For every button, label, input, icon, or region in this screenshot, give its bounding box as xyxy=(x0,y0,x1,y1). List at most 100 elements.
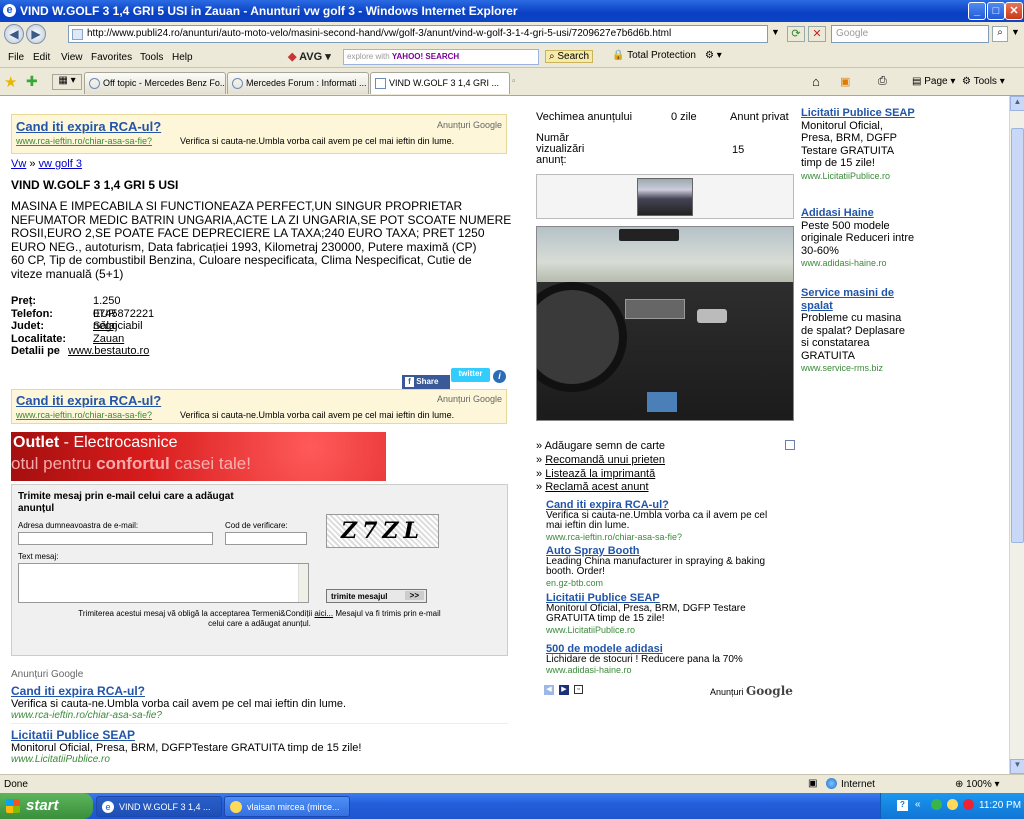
scroll-thumb[interactable] xyxy=(1011,128,1024,543)
right-ad-url[interactable]: www.service-rms.biz xyxy=(801,362,905,375)
vertical-scrollbar[interactable]: ▲ ▼ xyxy=(1009,96,1024,774)
start-button[interactable]: start xyxy=(0,793,93,819)
right-ad-title[interactable]: Service masini de xyxy=(801,287,905,300)
send-message-button[interactable]: trimite mesajul >> xyxy=(326,589,427,603)
ad-choices-icon[interactable]: ▫ xyxy=(574,685,583,694)
bottom-ad-url[interactable]: www.LicitatiiPublice.ro xyxy=(11,754,361,765)
clock[interactable]: 11:20 PM xyxy=(979,800,1021,811)
ad-title-link[interactable]: Cand iti expira RCA-ul? xyxy=(16,119,161,134)
mid-ad-url[interactable]: en.gz-btb.com xyxy=(546,578,765,589)
help-icon[interactable]: ? xyxy=(897,800,908,811)
action-report[interactable]: Reclamă acest anunt xyxy=(545,481,648,493)
right-ad-title-line2[interactable]: spalat xyxy=(801,300,905,313)
mid-ad-title[interactable]: Auto Spray Booth xyxy=(546,546,765,557)
refresh-icon[interactable]: ⟳ xyxy=(787,26,805,42)
favorites-star-icon[interactable]: ★ xyxy=(4,73,17,91)
right-ad-url[interactable]: www.LicitatiiPublice.ro xyxy=(801,170,915,183)
home-icon[interactable]: ⌂ xyxy=(812,74,820,89)
right-ad-desc: timp de 15 zile! xyxy=(801,157,875,169)
new-tab-button[interactable]: ▫ xyxy=(512,76,516,87)
action-print[interactable]: Listează la imprimantă xyxy=(545,468,655,480)
taskbar-messenger-window[interactable]: vlaisan mircea (mirce... xyxy=(224,796,350,817)
next-ad-icon[interactable]: ▶ xyxy=(559,685,569,695)
action-bookmark[interactable]: Adăugare semn de carte xyxy=(545,440,665,452)
tab-vind-golf[interactable]: VIND W.GOLF 3 1,4 GRI ... xyxy=(370,72,510,94)
tab-mercedes-forum[interactable]: Mercedes Forum : Informati ... xyxy=(227,72,369,94)
yahoo-search-input[interactable]: explore with YAHOO! SEARCH xyxy=(343,49,539,65)
search-button[interactable]: ⌕ Search xyxy=(545,50,594,63)
back-button[interactable]: ◀ xyxy=(4,24,24,44)
terms-link[interactable]: aici... xyxy=(314,609,333,618)
facebook-share-button[interactable]: f Share xyxy=(402,375,450,389)
toolbar-options-icon[interactable]: ⚙ ▾ xyxy=(705,50,722,61)
minimize-button[interactable]: _ xyxy=(968,2,986,20)
scroll-down-icon[interactable]: ▼ xyxy=(1010,759,1024,774)
address-bar[interactable]: http://www.publi24.ro/anunturi/auto-moto… xyxy=(68,25,768,43)
scroll-up-icon[interactable]: ▲ xyxy=(1010,96,1024,111)
total-protection-button[interactable]: 🔒 Total Protection xyxy=(612,50,696,61)
right-ad-title[interactable]: Licitatii Publice SEAP xyxy=(801,107,915,120)
globe-icon xyxy=(826,778,837,789)
textarea-scrollbar[interactable] xyxy=(298,564,308,602)
close-button[interactable]: ✕ xyxy=(1005,2,1023,20)
search-input[interactable]: Google xyxy=(831,25,989,43)
mid-ad-url[interactable]: www.LicitatiiPublice.ro xyxy=(546,625,746,636)
tray-app-icon[interactable] xyxy=(947,799,958,810)
menu-view[interactable]: View xyxy=(61,52,83,63)
twitter-button[interactable]: twitter xyxy=(451,368,490,382)
mid-ad-title[interactable]: Licitatii Publice SEAP xyxy=(546,593,746,604)
tools-menu[interactable]: ⚙ Tools ▾ xyxy=(962,76,1005,87)
quick-tabs-icon[interactable]: ▦ ▾ xyxy=(52,74,82,90)
menu-favorites[interactable]: Favorites xyxy=(91,52,132,63)
bookmark-checkbox[interactable] xyxy=(785,440,795,450)
menu-file[interactable]: File xyxy=(8,52,24,63)
mid-ad-url[interactable]: www.rca-ieftin.ro/chiar-asa-sa-fie? xyxy=(546,532,767,543)
ad-title-link[interactable]: Cand iti expira RCA-ul? xyxy=(16,393,161,408)
menu-edit[interactable]: Edit xyxy=(33,52,50,63)
address-dropdown-icon[interactable]: ▼ xyxy=(771,27,780,37)
search-icon[interactable]: ⌕ xyxy=(992,26,1008,42)
forward-button[interactable]: ▶ xyxy=(26,24,46,44)
feeds-icon[interactable]: ▣ xyxy=(840,75,850,88)
right-ad-title[interactable]: Adidasi Haine xyxy=(801,207,914,220)
ad-url[interactable]: www.rca-ieftin.ro/chiar-asa-sa-fie? xyxy=(16,410,152,420)
tab-off-topic[interactable]: Off topic - Mercedes Benz Fo... xyxy=(84,72,226,94)
tray-app-icon[interactable] xyxy=(931,799,942,810)
right-ad-url[interactable]: www.adidasi-haine.ro xyxy=(801,257,914,270)
zoom-control[interactable]: ⊕ 100% ▾ xyxy=(955,779,1000,790)
email-input[interactable] xyxy=(18,532,213,545)
outlet-banner[interactable]: Outlet - Electrocasnice otul pentru conf… xyxy=(11,432,386,481)
info-icon[interactable]: i xyxy=(493,370,506,383)
ad-url[interactable]: www.rca-ieftin.ro/chiar-asa-sa-fie? xyxy=(16,136,152,146)
car-thumbnail[interactable] xyxy=(637,178,693,216)
maximize-button[interactable]: □ xyxy=(987,2,1005,20)
breadcrumb-vw[interactable]: Vw xyxy=(11,158,26,170)
avg-button[interactable]: ◆ AVG ▾ xyxy=(288,50,331,63)
page-menu[interactable]: ▤ Page ▾ xyxy=(912,76,955,87)
prev-ad-icon[interactable]: ◀ xyxy=(544,685,554,695)
menu-help[interactable]: Help xyxy=(172,52,193,63)
mid-ad-title[interactable]: Cand iti expira RCA-ul? xyxy=(546,500,767,511)
breadcrumb-vw-golf-3[interactable]: vw golf 3 xyxy=(39,158,82,170)
mid-ad-url[interactable]: www.adidasi-haine.ro xyxy=(546,665,743,676)
chevron-left-icon[interactable]: « xyxy=(915,799,921,810)
print-icon[interactable]: ⎙ xyxy=(878,75,887,88)
bottom-ad-title[interactable]: Cand iti expira RCA-ul? xyxy=(11,684,346,698)
county-link[interactable]: Sălaj xyxy=(93,320,117,333)
locality-link[interactable]: Zauan xyxy=(93,333,124,346)
mid-ad-title[interactable]: 500 de modele adidasi xyxy=(546,644,743,655)
tray-app-icon[interactable] xyxy=(963,799,974,810)
bestauto-link[interactable]: www.bestauto.ro xyxy=(68,345,149,358)
taskbar-ie-window[interactable]: e VIND W.GOLF 3 1,4 ... xyxy=(96,796,222,817)
add-favorite-icon[interactable]: ✚ xyxy=(26,73,38,90)
search-dropdown-icon[interactable]: ▼ xyxy=(1011,27,1020,37)
action-recommend[interactable]: Recomandă unui prieten xyxy=(545,454,665,466)
car-photo[interactable] xyxy=(536,226,794,421)
message-textarea[interactable] xyxy=(18,563,309,603)
bottom-ad-title[interactable]: Licitatii Publice SEAP xyxy=(11,728,361,742)
banner-text: otul pentru xyxy=(11,454,97,473)
menu-tools[interactable]: Tools xyxy=(140,52,163,63)
verification-code-input[interactable] xyxy=(225,532,307,545)
bottom-ad-url[interactable]: www.rca-ieftin.ro/chiar-asa-sa-fie? xyxy=(11,710,346,721)
stop-icon[interactable]: ✕ xyxy=(808,26,826,42)
